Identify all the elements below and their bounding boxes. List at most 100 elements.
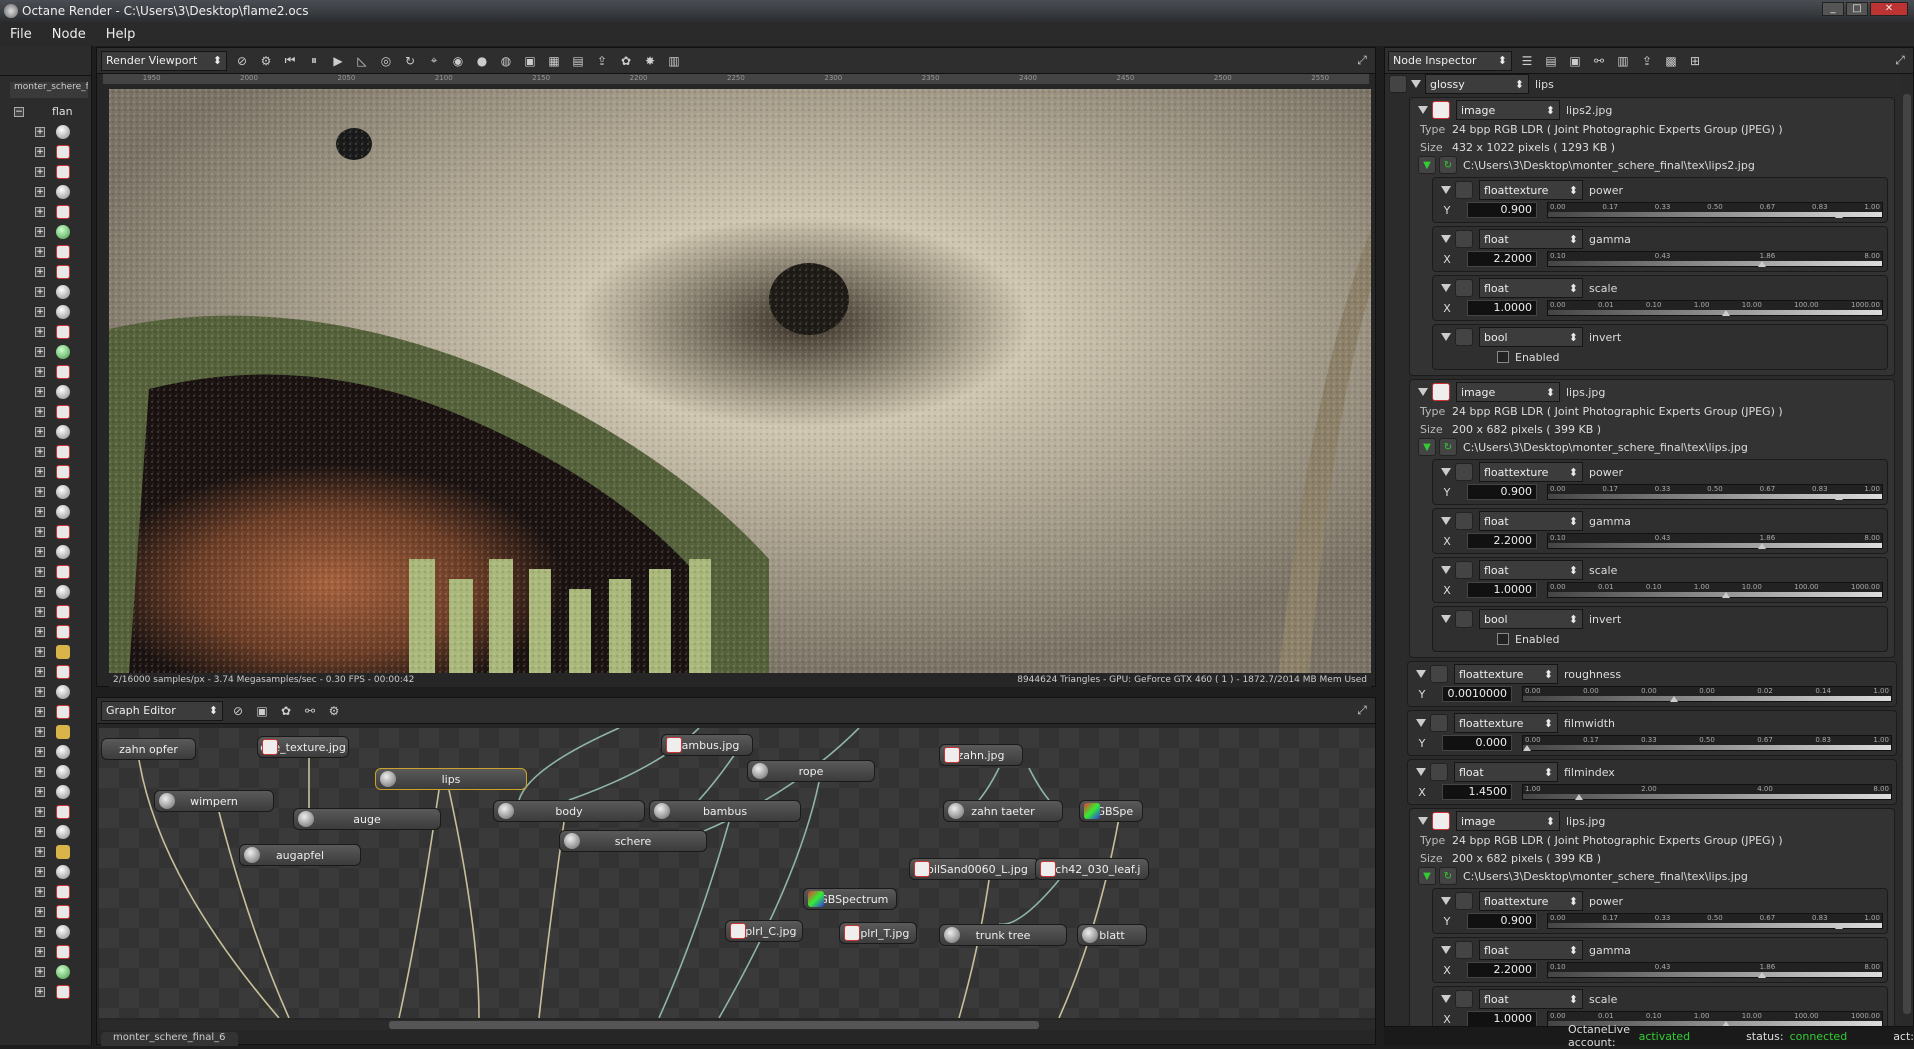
scene-tree-row[interactable]: +: [0, 622, 90, 642]
param-value-field[interactable]: 1.4500: [1442, 784, 1512, 800]
scene-tree-row[interactable]: +: [0, 502, 90, 522]
enabled-checkbox[interactable]: [1497, 633, 1509, 645]
slider-knob[interactable]: [1574, 794, 1583, 800]
param-slider[interactable]: 0.00 0.01 0.10 1.00 10.00 100.00 1000.00: [1547, 300, 1883, 316]
expand-icon[interactable]: +: [35, 907, 45, 917]
node-type-select[interactable]: float ⬍: [1479, 229, 1583, 249]
scene-tree-row[interactable]: +: [0, 182, 90, 202]
clear-icon[interactable]: ⊘: [229, 702, 247, 720]
node-icon[interactable]: ✿: [277, 702, 295, 720]
node-type-select[interactable]: float ⬍: [1479, 511, 1583, 531]
render-image[interactable]: [109, 89, 1371, 673]
graph-node-rope[interactable]: rope: [747, 760, 875, 782]
reload-icon[interactable]: ↻: [1439, 867, 1457, 885]
scene-tree-row[interactable]: +: [0, 262, 90, 282]
param-slider[interactable]: 0.10 0.43 1.86 8.00: [1547, 533, 1883, 549]
scene-tree-row[interactable]: +: [0, 242, 90, 262]
expand-icon[interactable]: +: [35, 527, 45, 537]
viewport-mode-select[interactable]: Render Viewport ⬍: [101, 50, 227, 71]
expand-icon[interactable]: +: [35, 247, 45, 257]
param-value-field[interactable]: 0.900: [1467, 913, 1537, 929]
settings-icon[interactable]: ⚙: [325, 702, 343, 720]
param-value-field[interactable]: 1.0000: [1467, 1011, 1537, 1026]
expand-icon[interactable]: +: [35, 287, 45, 297]
scene-tree-row[interactable]: +: [0, 982, 90, 1002]
expand-triangle-icon[interactable]: [1418, 388, 1428, 396]
expand-icon[interactable]: +: [35, 887, 45, 897]
slider-knob[interactable]: [1721, 310, 1730, 316]
expand-triangle-icon[interactable]: [1416, 719, 1426, 727]
expand-icon[interactable]: +: [35, 487, 45, 497]
save-icon[interactable]: ▣: [253, 702, 271, 720]
scene-tree-row[interactable]: +: [0, 742, 90, 762]
expand-icon[interactable]: +: [35, 347, 45, 357]
expand-icon[interactable]: +: [35, 987, 45, 997]
globe-icon[interactable]: ◍: [497, 52, 515, 70]
graph-node-bambus[interactable]: bambus: [649, 800, 801, 822]
graph-node-augapfel[interactable]: augapfel: [239, 844, 361, 866]
expand-triangle-icon[interactable]: [1441, 615, 1451, 623]
scene-tree-row[interactable]: +: [0, 322, 90, 342]
collapse-icon[interactable]: ☰: [1518, 52, 1536, 70]
scene-tree-row[interactable]: +: [0, 962, 90, 982]
graph-node-zahn-jpg[interactable]: zahn.jpg: [939, 744, 1023, 766]
scene-tree-row[interactable]: +: [0, 602, 90, 622]
tree-icon[interactable]: ⚯: [1590, 52, 1608, 70]
graph-node-bambus-jpg[interactable]: bambus.jpg: [661, 734, 753, 756]
param-value-field[interactable]: 1.0000: [1467, 582, 1537, 598]
expand-icon[interactable]: +: [35, 767, 45, 777]
save-icon[interactable]: ⇪: [1638, 52, 1656, 70]
scene-tree-row[interactable]: +: [0, 822, 90, 842]
expand-triangle-icon[interactable]: [1441, 333, 1451, 341]
param-slider[interactable]: 0.00 0.00 0.00 0.00 0.02 0.14 1.00: [1522, 686, 1892, 702]
slider-knob[interactable]: [1835, 212, 1844, 218]
scene-tree-row[interactable]: +: [0, 162, 90, 182]
scene-tree-row[interactable]: +: [0, 382, 90, 402]
expand-icon[interactable]: +: [35, 387, 45, 397]
expand-icon[interactable]: +: [35, 947, 45, 957]
expand-icon[interactable]: +: [35, 307, 45, 317]
scene-tree-row[interactable]: +: [0, 222, 90, 242]
scene-tree-row[interactable]: +: [0, 442, 90, 462]
graph-node-blatt[interactable]: blatt: [1077, 924, 1147, 946]
graph-node-eye-texture-jpg[interactable]: eye_texture.jpg: [257, 736, 349, 758]
clear-icon[interactable]: ⊘: [233, 52, 251, 70]
graph-node-body[interactable]: body: [493, 800, 645, 822]
expand-icon[interactable]: +: [35, 787, 45, 797]
expand-icon[interactable]: +: [35, 547, 45, 557]
expand-icon[interactable]: +: [35, 367, 45, 377]
node-type-select[interactable]: floattexture ⬍: [1454, 664, 1558, 684]
rewind-icon[interactable]: ⏮: [281, 52, 299, 70]
node-type-select[interactable]: image ⬍: [1456, 811, 1560, 831]
scene-tree-row[interactable]: +: [0, 542, 90, 562]
param-value-field[interactable]: 0.0010000: [1442, 686, 1512, 702]
expand-triangle-icon[interactable]: [1441, 235, 1451, 243]
region-icon[interactable]: ◺: [353, 52, 371, 70]
expand-triangle-icon[interactable]: [1418, 106, 1428, 114]
scene-tree-row[interactable]: +: [0, 562, 90, 582]
graph-node-wimpern[interactable]: wimpern: [154, 790, 274, 812]
graph-node-poplrl-c-jpg[interactable]: poplrl_C.jpg: [725, 920, 803, 942]
inspector-scrollbar[interactable]: [1901, 74, 1913, 1026]
slider-knob[interactable]: [1721, 592, 1730, 598]
graph-mode-select[interactable]: Graph Editor ⬍: [101, 700, 223, 721]
expand-triangle-icon[interactable]: [1416, 670, 1426, 678]
node-type-select[interactable]: bool ⬍: [1479, 327, 1583, 347]
scene-tree-row[interactable]: +: [0, 862, 90, 882]
pick-icon[interactable]: ⌖: [425, 52, 443, 70]
material-icon[interactable]: ●: [473, 52, 491, 70]
expand-icon[interactable]: +: [35, 867, 45, 877]
root-type-select[interactable]: glossy ⬍: [1425, 74, 1529, 94]
expand-triangle-icon[interactable]: [1441, 946, 1451, 954]
param-slider[interactable]: 0.10 0.43 1.86 8.00: [1547, 962, 1883, 978]
expand-icon[interactable]: +: [35, 327, 45, 337]
expand-icon[interactable]: +: [35, 147, 45, 157]
light-icon[interactable]: ✸: [641, 52, 659, 70]
scene-tree-row[interactable]: +: [0, 842, 90, 862]
expand-icon[interactable]: +: [35, 407, 45, 417]
node-type-select[interactable]: image ⬍: [1456, 100, 1560, 120]
expand-icon[interactable]: +: [35, 747, 45, 757]
graph-node-lips[interactable]: lips: [375, 768, 527, 790]
slider-knob[interactable]: [1758, 261, 1767, 267]
settings-icon[interactable]: ⚙: [257, 52, 275, 70]
